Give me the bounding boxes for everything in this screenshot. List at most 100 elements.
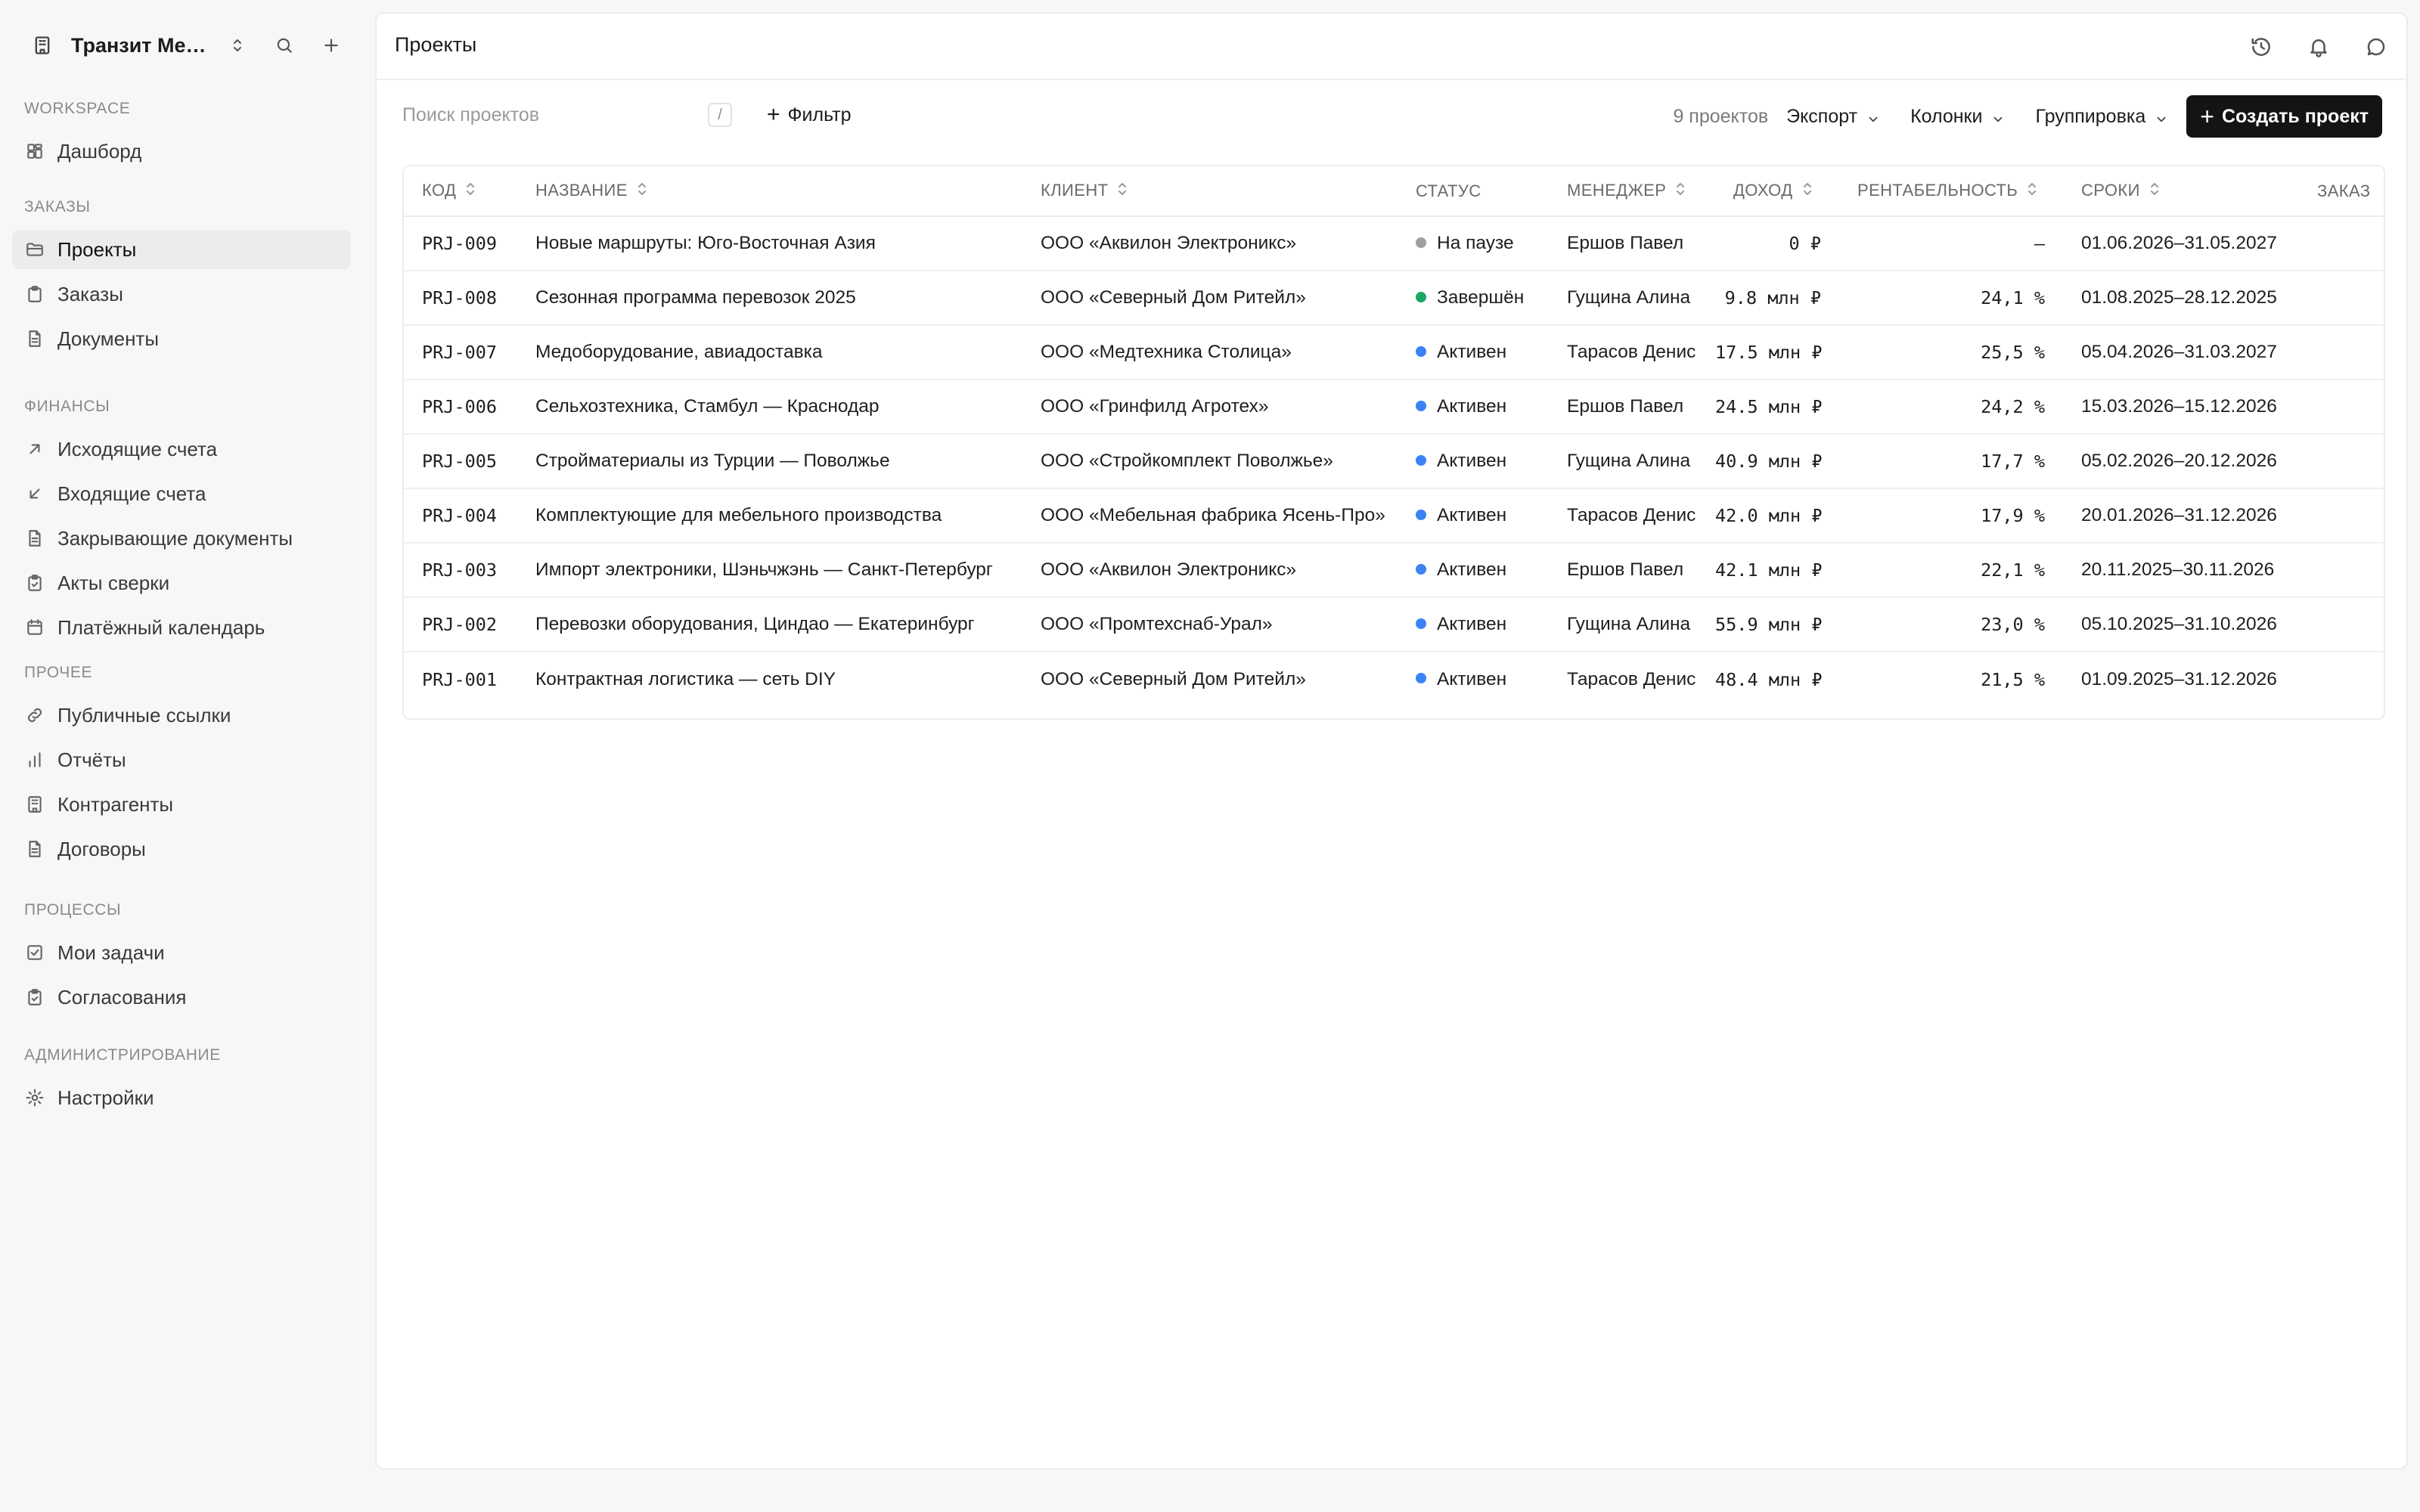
sidebar-item[interactable]: Контрагенты <box>12 785 351 824</box>
bar-chart-icon <box>24 749 45 770</box>
column-header[interactable]: МЕНЕДЖЕР <box>1549 166 1715 217</box>
table-row[interactable]: PRJ-001 Контрактная логистика — сеть DIY О… <box>404 652 2384 706</box>
column-header[interactable]: РЕНТАБЕЛЬНОСТЬ <box>1839 166 2063 217</box>
search-icon[interactable] <box>266 27 302 64</box>
cell-status: Активен <box>1398 380 1549 435</box>
sidebar-item[interactable]: Платёжный календарь <box>12 608 351 647</box>
cell-name: Перевозки оборудования, Циндао — Екатери… <box>517 597 1022 652</box>
filter-button[interactable]: + Фильтр <box>767 100 852 130</box>
table-row[interactable]: PRJ-008 Сезонная программа перевозок 2025… <box>404 271 2384 326</box>
grouping-dropdown[interactable]: Группировка <box>2035 106 2168 128</box>
sidebar-item[interactable]: Заказы <box>12 274 351 314</box>
cell-text: 01.06.2026–31.05.2027 <box>2081 233 2277 253</box>
cell-margin: 17,7 % <box>1839 434 2063 489</box>
cell-margin: 17,9 % <box>1839 488 2063 544</box>
column-header[interactable]: ДОХОД <box>1715 166 1839 217</box>
columns-label: Колонки <box>1910 105 1983 127</box>
history-icon[interactable] <box>2243 29 2279 65</box>
column-header[interactable]: КЛИЕНТ <box>1022 166 1398 217</box>
sidebar-item[interactable]: Закрывающие документы <box>12 519 351 558</box>
cell-dates: 05.10.2025–31.10.2026 <box>2063 597 2299 652</box>
cell-text: 01.09.2025–31.12.2026 <box>2081 668 2277 689</box>
cell-code: PRJ-003 <box>404 543 517 598</box>
sidebar-item-label: Дашборд <box>57 139 142 163</box>
cell-text: 17,7 % <box>1981 451 2045 472</box>
cell-text: Завершён <box>1437 287 1525 308</box>
workspace-switcher[interactable]: Транзит Мер... <box>24 24 357 67</box>
cell-name: Контрактная логистика — сеть DIY <box>517 652 1022 706</box>
sidebar-item[interactable]: Акты сверки <box>12 563 351 603</box>
cell-text: 24,2 % <box>1981 396 2045 417</box>
cell-text: Перевозки оборудования, Циндао — Екатери… <box>535 614 975 634</box>
cell-text: ООО «Северный Дом Ритейл» <box>1041 668 1306 689</box>
cell-text: 20.01.2026–31.12.2026 <box>2081 505 2277 525</box>
cell-dates: 20.01.2026–31.12.2026 <box>2063 488 2299 544</box>
column-header[interactable]: СТАТУС <box>1398 166 1549 217</box>
sidebar-item[interactable]: Отчёты <box>12 740 351 779</box>
table-row[interactable]: PRJ-003 Импорт электроники, Шэньчжэнь — С… <box>404 543 2384 598</box>
chevrons-updown-icon[interactable] <box>219 27 256 64</box>
column-header-label: КЛИЕНТ <box>1041 180 1109 200</box>
columns-dropdown[interactable]: Колонки <box>1910 106 2005 128</box>
sidebar-item[interactable]: Проекты <box>12 230 351 269</box>
cell-text: PRJ-006 <box>422 396 498 417</box>
checkbox-icon <box>24 942 45 963</box>
sidebar-item[interactable]: Публичные ссылки <box>12 696 351 735</box>
sidebar-item[interactable]: Входящие счета <box>12 474 351 513</box>
sidebar-item[interactable]: Согласования <box>12 978 351 1017</box>
sidebar-item-label: Мои задачи <box>57 940 165 964</box>
cell-client: ООО «Промтехснаб-Урал» <box>1022 597 1398 652</box>
cell-code: PRJ-004 <box>404 488 517 544</box>
column-header-label: КОД <box>422 180 457 200</box>
sidebar-item[interactable]: Документы <box>12 319 351 358</box>
sort-icon[interactable] <box>2149 181 2160 201</box>
cell-order <box>2299 434 2384 489</box>
sidebar-item-label: Договоры <box>57 837 146 860</box>
sort-icon[interactable] <box>1675 181 1686 201</box>
column-header[interactable]: НАЗВАНИЕ <box>517 166 1022 217</box>
table-row[interactable]: PRJ-007 Медоборудование, авиадоставка ООО … <box>404 325 2384 380</box>
sort-icon[interactable] <box>637 181 647 201</box>
cell-text: 55.9 млн ₽ <box>1715 614 1823 635</box>
cell-order <box>2299 652 2384 706</box>
cell-status: Активен <box>1398 434 1549 489</box>
column-header[interactable]: ЗАКАЗ <box>2299 166 2384 217</box>
sidebar-item[interactable]: Дашборд <box>12 132 351 171</box>
sidebar-item[interactable]: Договоры <box>12 829 351 869</box>
sort-icon[interactable] <box>465 181 476 201</box>
column-header[interactable]: КОД <box>404 166 517 217</box>
bell-icon[interactable] <box>2301 29 2337 65</box>
create-project-button[interactable]: + Создать проект <box>2186 95 2382 138</box>
cell-text: PRJ-003 <box>422 559 498 581</box>
plus-icon[interactable] <box>313 27 349 64</box>
sidebar-item[interactable]: Настройки <box>12 1078 351 1117</box>
table-row[interactable]: PRJ-004 Комплектующие для мебельного прои… <box>404 488 2384 544</box>
sidebar-item[interactable]: Исходящие счета <box>12 429 351 469</box>
sort-icon[interactable] <box>1802 181 1813 201</box>
cell-text: Сельхозтехника, Стамбул — Краснодар <box>535 396 880 417</box>
chevron-down-icon <box>1866 110 1880 123</box>
table-row[interactable]: PRJ-009 Новые маршруты: Юго-Восточная Ази… <box>404 216 2384 271</box>
table-row[interactable]: PRJ-006 Сельхозтехника, Стамбул — Краснод… <box>404 380 2384 435</box>
sort-icon[interactable] <box>2027 181 2037 201</box>
cell-client: ООО «Гринфилд Агротех» <box>1022 380 1398 435</box>
sort-icon[interactable] <box>1117 181 1128 201</box>
cell-margin: 24,1 % <box>1839 271 2063 326</box>
export-dropdown[interactable]: Экспорт <box>1786 106 1880 128</box>
sidebar-item-label: Отчёты <box>57 748 126 771</box>
cell-manager: Тарасов Денис <box>1549 652 1715 706</box>
cell-text: Активен <box>1437 342 1507 362</box>
cell-margin: 24,2 % <box>1839 380 2063 435</box>
cell-text: 23,0 % <box>1981 614 2045 635</box>
cell-text: 9.8 млн ₽ <box>1724 287 1821 308</box>
table-row[interactable]: PRJ-005 Стройматериалы из Турции — Поволж… <box>404 434 2384 489</box>
column-header[interactable]: СРОКИ <box>2063 166 2299 217</box>
cell-order <box>2299 597 2384 652</box>
sidebar-item[interactable]: Мои задачи <box>12 933 351 972</box>
cell-text: 25,5 % <box>1981 342 2045 363</box>
chat-icon[interactable] <box>2358 29 2394 65</box>
table-row[interactable]: PRJ-002 Перевозки оборудования, Циндао — … <box>404 597 2384 652</box>
search-input[interactable] <box>402 104 690 126</box>
cell-text: Импорт электроники, Шэньчжэнь — Санкт-Пе… <box>535 559 993 580</box>
cell-client: ООО «Северный Дом Ритейл» <box>1022 271 1398 326</box>
